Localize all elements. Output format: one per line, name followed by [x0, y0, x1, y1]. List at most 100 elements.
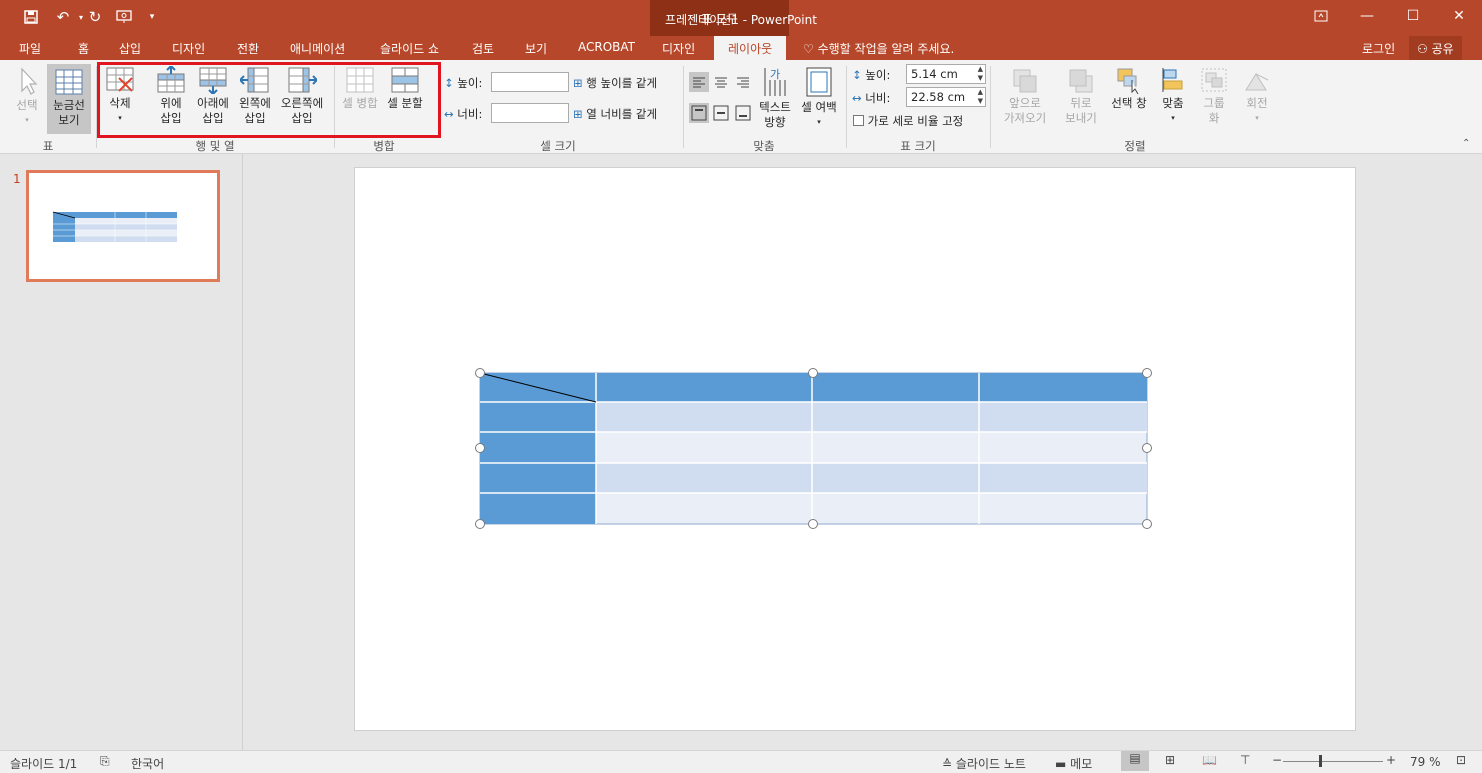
resize-handle[interactable] [475, 519, 485, 529]
group-separator [990, 66, 991, 148]
close-icon[interactable]: ✕ [1436, 0, 1482, 32]
spell-check-icon[interactable]: ⎘ [100, 754, 110, 769]
row-height-icon: ↕ [444, 76, 454, 90]
align-center-icon[interactable] [711, 72, 731, 92]
cell-width-text: 너비: [457, 107, 483, 121]
select-button[interactable]: 선택 ▾ [8, 66, 46, 128]
table-width-text: 너비: [865, 91, 891, 105]
align-button[interactable]: 맞춤 ▾ [1153, 66, 1193, 126]
cell-margins-label: 셀 여백 [801, 100, 837, 114]
bring-forward-button[interactable]: 앞으로 가져오기 [996, 66, 1054, 126]
notes-button[interactable]: ≙ 슬라이드 노트 [942, 755, 1026, 772]
slide-info: 슬라이드 1/1 [10, 757, 78, 771]
distribute-cols-label: 열 너비를 같게 [586, 107, 658, 121]
cell-width-input[interactable] [491, 103, 569, 123]
slide-number: 1 [13, 172, 21, 186]
cell-margins-button[interactable]: 셀 여백 ▾ [798, 66, 840, 130]
align-bottom-icon[interactable] [733, 103, 753, 123]
group-separator [846, 66, 847, 148]
table-height-spinner-icon[interactable]: ▲ ▼ [978, 65, 983, 83]
cell-height-text: 높이: [457, 76, 483, 90]
tab-animations[interactable]: 애니메이션 [290, 40, 345, 57]
notes-label: 슬라이드 노트 [955, 757, 1026, 771]
slide-sorter-icon[interactable]: ⊞ [1165, 753, 1175, 767]
align-right-icon[interactable] [733, 72, 753, 92]
tab-review[interactable]: 검토 [472, 40, 494, 57]
table-width-icon: ↔ [852, 91, 862, 105]
zoom-out-icon[interactable]: − [1272, 753, 1282, 767]
language-indicator[interactable]: 한국어 [131, 755, 164, 772]
tab-design[interactable]: 디자인 [172, 40, 205, 57]
zoom-slider-thumb[interactable] [1319, 755, 1322, 767]
tab-view[interactable]: 보기 [525, 40, 547, 57]
maximize-icon[interactable]: ☐ [1390, 0, 1436, 32]
resize-handle[interactable] [808, 368, 818, 378]
cell-height-input[interactable] [491, 72, 569, 92]
collapse-ribbon-icon[interactable]: ⌃ [1462, 138, 1470, 149]
slideshow-view-icon[interactable]: ⊤ [1240, 753, 1250, 767]
table-height-text: 높이: [865, 68, 891, 82]
select-arrow-icon [21, 67, 38, 95]
table-width-label: ↔ 너비: [852, 90, 890, 106]
distribute-rows-label: 행 높이를 같게 [586, 76, 658, 90]
slide-table[interactable] [475, 368, 1155, 530]
send-backward-button[interactable]: 뒤로 보내기 [1056, 66, 1106, 126]
tab-home[interactable]: 홈 [78, 40, 89, 57]
zoom-in-icon[interactable]: + [1386, 753, 1396, 767]
fit-to-window-icon[interactable]: ⊡ [1456, 753, 1466, 767]
reading-view-icon[interactable]: 📖 [1202, 753, 1217, 767]
rotate-icon [1245, 73, 1269, 91]
text-direction-button[interactable]: 가 텍스트 방향 [755, 66, 795, 130]
zoom-slider-track[interactable] [1283, 761, 1383, 762]
table-height-input[interactable]: 5.14 cm ▲ ▼ [906, 64, 986, 84]
minimize-icon[interactable]: — [1344, 0, 1390, 32]
table-group-label: 표 [42, 139, 54, 153]
zoom-level[interactable]: 79 % [1410, 755, 1441, 769]
tab-acrobat[interactable]: ACROBAT [578, 40, 635, 54]
arrange-group-label: 정렬 [1124, 139, 1146, 153]
resize-handle[interactable] [808, 519, 818, 529]
resize-handle[interactable] [1142, 443, 1152, 453]
person-icon: ⚇ [1417, 42, 1428, 56]
cell-size-group-label: 셀 크기 [540, 139, 576, 153]
rotate-button[interactable]: 회전 ▾ [1237, 66, 1277, 126]
tab-file[interactable]: 파일 [19, 40, 41, 57]
normal-view-icon[interactable]: ▤ [1121, 751, 1149, 771]
lock-aspect-ratio-checkbox[interactable]: 가로 세로 비율 고정 [853, 113, 963, 129]
align-middle-icon[interactable] [711, 103, 731, 123]
align-dropdown-icon: ▾ [1171, 114, 1175, 122]
gridlines-label-2: 보기 [58, 113, 80, 127]
resize-handle[interactable] [1142, 519, 1152, 529]
distribute-rows-button[interactable]: ⊞ 행 높이를 같게 [573, 75, 657, 91]
slide-thumbnail[interactable] [26, 170, 220, 282]
selection-pane-button[interactable]: 선택 창 [1107, 66, 1151, 111]
gridlines-label-1: 눈금선 [53, 98, 85, 112]
align-top-icon[interactable] [689, 103, 709, 123]
group-button[interactable]: 그룹 화 [1195, 66, 1233, 126]
selection-pane-icon [1117, 68, 1139, 94]
align-objects-icon [1162, 68, 1183, 92]
align-left-icon[interactable] [689, 72, 709, 92]
tab-table-design[interactable]: 디자인 [662, 40, 695, 57]
ribbon-display-icon[interactable] [1298, 0, 1344, 32]
resize-handle[interactable] [475, 368, 485, 378]
cell-width-label: ↔ 너비: [444, 106, 482, 122]
view-gridlines-button[interactable]: 눈금선 보기 [47, 64, 91, 134]
send-backward-label-2: 보내기 [1065, 111, 1097, 125]
share-button[interactable]: ⚇ 공유 [1409, 36, 1462, 60]
tell-me-box[interactable]: ♡ 수행할 작업을 알려 주세요. [803, 40, 954, 57]
table-width-spinner-icon[interactable]: ▲ ▼ [978, 88, 983, 106]
resize-handle[interactable] [1142, 368, 1152, 378]
status-bar [0, 750, 1482, 773]
comments-button[interactable]: ▬ 메모 [1055, 755, 1092, 772]
tab-table-layout[interactable]: 레이아웃 [714, 36, 787, 60]
resize-handle[interactable] [475, 443, 485, 453]
table-width-input[interactable]: 22.58 cm ▲ ▼ [906, 87, 986, 107]
tab-transitions[interactable]: 전환 [237, 40, 259, 57]
login-link[interactable]: 로그인 [1362, 40, 1395, 57]
tab-slideshow[interactable]: 슬라이드 쇼 [380, 40, 439, 57]
distribute-cols-button[interactable]: ⊞ 열 너비를 같게 [573, 106, 657, 122]
bring-forward-label-2: 가져오기 [1003, 111, 1047, 125]
send-backward-label-1: 뒤로 [1070, 96, 1092, 110]
tab-insert[interactable]: 삽입 [119, 40, 141, 57]
